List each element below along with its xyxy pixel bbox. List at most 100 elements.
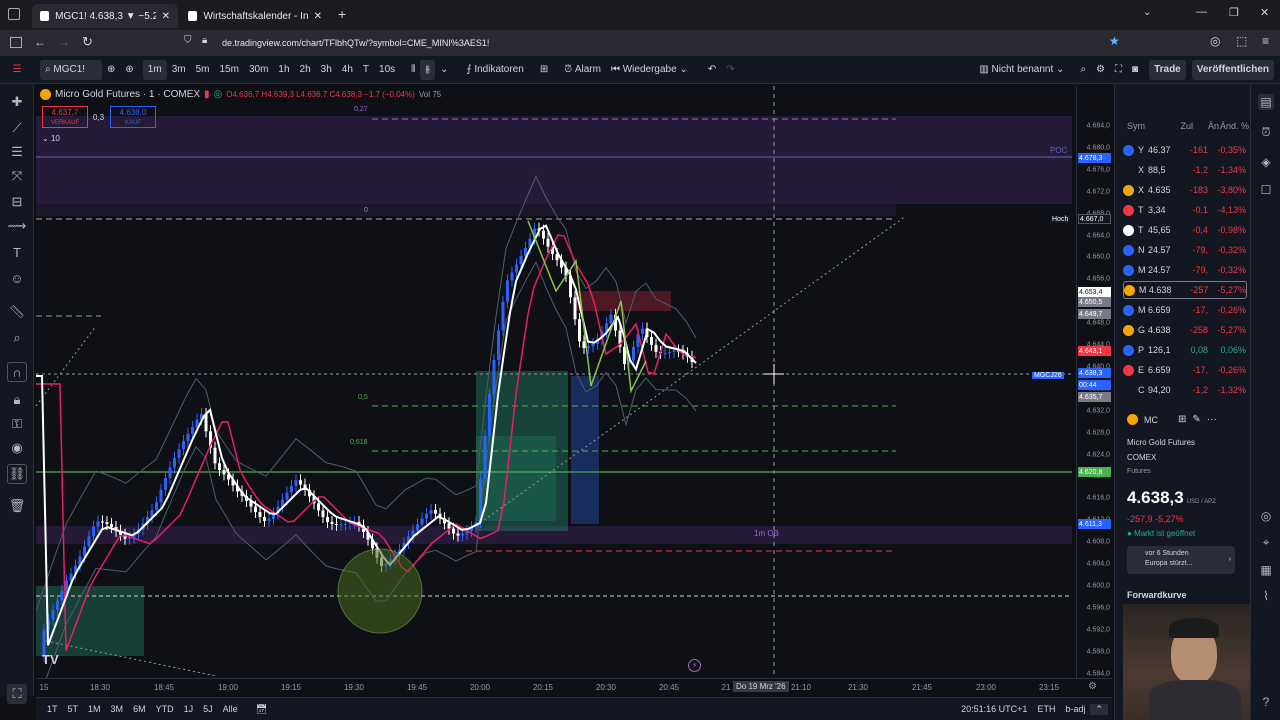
redo-icon[interactable]: ↷ xyxy=(721,60,739,80)
interval-15m[interactable]: 15m xyxy=(215,60,244,80)
window-close-icon[interactable]: ✕ xyxy=(1260,6,1269,19)
close-icon[interactable]: ✕ xyxy=(314,11,322,22)
watchlist-row[interactable]: M 4.638 -257 -5,27% xyxy=(1123,281,1247,299)
interval-2h[interactable]: 2h xyxy=(295,60,316,80)
close-icon[interactable]: ✕ xyxy=(162,11,170,22)
time-axis[interactable]: Do 19 Mrz '26 ⚙︎ 15 18:30 18:45 19:00 19:15 1… xyxy=(36,678,1112,696)
interval-5m[interactable]: 5m xyxy=(191,60,215,80)
watchlist-row[interactable]: X 4.635 -183 -3,80% xyxy=(1123,181,1247,199)
minimize-icon[interactable]: — xyxy=(1196,6,1207,18)
browser-tab-tradingview[interactable]: MGC1! 4.638,3 ▼ −5.27% Nicht ✕ xyxy=(32,4,178,28)
indicator-count-badge[interactable]: ⌄ 10 xyxy=(42,134,60,143)
crosshair-icon[interactable]: ✚ xyxy=(7,92,27,112)
price-chart[interactable] xyxy=(36,86,1076,678)
publish-button[interactable]: Veröffentlichen xyxy=(1191,59,1274,80)
range-1t[interactable]: 1T xyxy=(42,704,63,714)
quick-search-icon[interactable]: ⌕ xyxy=(1075,60,1091,80)
compare-icon[interactable]: ⊕ xyxy=(102,60,120,80)
chevron-down-icon[interactable]: ⌄ xyxy=(435,60,453,80)
camera-icon[interactable]: ◙ xyxy=(1127,60,1143,80)
buy-button[interactable]: 4.638,0 KAUF xyxy=(110,106,156,128)
undo-icon[interactable]: ↶ xyxy=(703,60,721,80)
maximize-icon[interactable]: ❐ xyxy=(1229,6,1239,19)
column-header[interactable]: Sym xyxy=(1127,121,1167,131)
add-symbol-icon[interactable]: ⊕ xyxy=(120,60,138,80)
column-header[interactable]: Zul xyxy=(1167,121,1193,131)
new-tab-icon[interactable]: + xyxy=(338,6,346,22)
fib-icon[interactable]: ☰ xyxy=(7,142,27,162)
replay-button[interactable]: ⏮ Wiedergabe ⌄ xyxy=(606,60,693,80)
goto-date-icon[interactable]: 📅︎ xyxy=(251,704,272,715)
watchlist-row[interactable]: G 4.638 -258 -5,27% xyxy=(1123,321,1247,339)
grid-icon[interactable]: ⊞ xyxy=(1178,414,1186,425)
menu-icon[interactable]: ≡ xyxy=(1262,34,1269,48)
chart-canvas[interactable]: Micro Gold Futures · 1 · COMEX ▮ ◎ O4.63… xyxy=(36,86,1076,678)
layers-icon[interactable]: ◈ xyxy=(1258,154,1274,170)
zoom-icon[interactable]: ⌕ xyxy=(7,328,27,348)
more-icon[interactable]: ··· xyxy=(1207,414,1217,425)
eye-icon[interactable]: ◉ xyxy=(7,438,27,458)
browser-tab-investing[interactable]: Wirtschaftskalender - Investing ✕ xyxy=(180,4,330,28)
tab-list-icon[interactable] xyxy=(8,8,20,20)
menu-icon[interactable]: ☰ xyxy=(0,60,34,80)
watchlist-row[interactable]: T 45,65 -0,4 -0,98% xyxy=(1123,221,1247,239)
pattern-icon[interactable]: ⤧ xyxy=(7,166,27,186)
alerts-icon[interactable]: ⏰︎ xyxy=(1258,124,1274,140)
watchlist-row[interactable]: N 24.57 -79, -0,32% xyxy=(1123,241,1247,259)
calendar-icon[interactable]: ▦ xyxy=(1258,562,1274,578)
axis-settings-icon[interactable]: ⚙︎ xyxy=(1088,681,1097,692)
news-card[interactable]: vor 6 Stunden Europa stürzt... › xyxy=(1127,546,1235,574)
bar-style-icon[interactable]: ⫴ xyxy=(406,60,420,80)
chat-icon[interactable]: ☐ xyxy=(1258,182,1274,198)
range-ytd[interactable]: YTD xyxy=(151,704,179,714)
column-header[interactable]: Än xyxy=(1193,121,1219,131)
symbol-search-button[interactable]: ⌕ MGC1! xyxy=(40,59,102,80)
settings-icon[interactable]: ⚙︎ xyxy=(1091,60,1110,80)
help-icon[interactable]: ? xyxy=(1258,694,1274,710)
lightning-icon[interactable]: ⚡︎ xyxy=(688,659,701,672)
trade-button[interactable]: Trade xyxy=(1149,59,1186,80)
watchlist-row[interactable]: T 3,34 -0,1 -4,13% xyxy=(1123,201,1247,219)
interval-T[interactable]: T xyxy=(358,60,374,80)
sell-button[interactable]: 4.637,7 VERKAUF xyxy=(42,106,88,128)
interval-3h[interactable]: 3h xyxy=(316,60,337,80)
forward-icon[interactable]: → xyxy=(58,35,70,49)
reload-icon[interactable]: ↻ xyxy=(82,34,93,50)
range-alle[interactable]: Alle xyxy=(218,704,243,714)
brush-icon[interactable]: ⟿ xyxy=(7,216,27,236)
range-6m[interactable]: 6M xyxy=(128,704,151,714)
watchlist-icon[interactable]: ▤ xyxy=(1258,94,1274,110)
range-1m[interactable]: 1M xyxy=(83,704,106,714)
templates-icon[interactable]: ⊞ xyxy=(535,60,553,80)
pulse-icon[interactable]: ⌇ xyxy=(1258,588,1274,604)
bookmark-star-icon[interactable]: ★ xyxy=(1109,34,1120,48)
target-icon[interactable]: ◎ xyxy=(1258,508,1274,524)
layout-button[interactable]: ▥ Nicht benannt ⌄ xyxy=(974,60,1069,80)
column-header[interactable]: Änd. % xyxy=(1219,121,1249,131)
watchlist-row[interactable]: C 94,20 -1,2 -1,32% xyxy=(1123,381,1247,399)
back-icon[interactable]: ← xyxy=(34,35,46,49)
collapse-icon[interactable]: ⌃ xyxy=(1090,703,1108,715)
range-3m[interactable]: 3M xyxy=(106,704,129,714)
lock-icon[interactable]: ⚿ xyxy=(7,414,27,434)
clock[interactable]: 20:51:16 UTC+1 xyxy=(956,704,1032,714)
fullscreen-icon[interactable]: ⛶ xyxy=(1110,60,1127,80)
range-5t[interactable]: 5T xyxy=(63,704,84,714)
interval-10s[interactable]: 10s xyxy=(374,60,400,80)
link-icon[interactable]: ⛓ xyxy=(7,464,27,484)
chart-type-icon[interactable]: ⫵ xyxy=(420,59,435,80)
range-1j[interactable]: 1J xyxy=(179,704,199,714)
interval-30m[interactable]: 30m xyxy=(244,60,273,80)
watchlist-row[interactable]: X 88,5 -1,2 -1,34% xyxy=(1123,161,1247,179)
ruler-icon[interactable]: 📏︎ xyxy=(7,302,27,322)
watchlist-row[interactable]: M 6.659 -17, -0,26% xyxy=(1123,301,1247,319)
object-tree-icon[interactable]: ⛶ xyxy=(7,684,27,704)
interval-3m[interactable]: 3m xyxy=(167,60,191,80)
watchlist-row[interactable]: M 24.57 -79, -0,32% xyxy=(1123,261,1247,279)
extensions-icon[interactable]: ⬚ xyxy=(1236,34,1247,48)
session-toggle[interactable]: ETH xyxy=(1032,704,1060,714)
sidebar-icon[interactable] xyxy=(10,37,22,48)
text-icon[interactable]: T xyxy=(7,242,27,262)
trendline-icon[interactable]: ⟋ xyxy=(7,118,27,138)
watchlist-row[interactable]: P 126,1 0,08 0,06% xyxy=(1123,341,1247,359)
